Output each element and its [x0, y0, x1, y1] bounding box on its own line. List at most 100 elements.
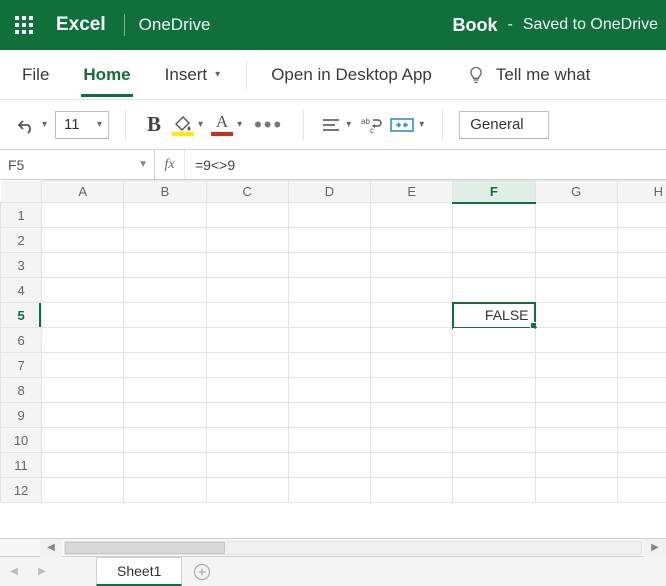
- row-header[interactable]: 4: [1, 278, 42, 303]
- cell[interactable]: [206, 403, 288, 428]
- cell[interactable]: [371, 228, 453, 253]
- cell[interactable]: [124, 403, 206, 428]
- row-header[interactable]: 1: [1, 203, 42, 228]
- app-launcher-icon[interactable]: [0, 1, 48, 49]
- cell[interactable]: [42, 478, 124, 503]
- column-header[interactable]: F: [453, 181, 535, 203]
- menu-insert[interactable]: Insert ▾: [163, 59, 225, 91]
- cell[interactable]: [453, 278, 535, 303]
- cell[interactable]: [288, 403, 370, 428]
- cell[interactable]: [42, 453, 124, 478]
- cell[interactable]: [288, 428, 370, 453]
- cell[interactable]: [371, 478, 453, 503]
- cell[interactable]: [453, 403, 535, 428]
- cell[interactable]: [453, 428, 535, 453]
- select-all-corner[interactable]: [1, 181, 42, 203]
- workbook-name[interactable]: Book: [452, 15, 497, 36]
- cell[interactable]: [206, 228, 288, 253]
- cell[interactable]: [124, 428, 206, 453]
- cell[interactable]: [206, 203, 288, 228]
- cell[interactable]: [42, 328, 124, 353]
- cell[interactable]: [124, 353, 206, 378]
- cell[interactable]: [206, 378, 288, 403]
- cell[interactable]: [617, 228, 666, 253]
- more-options-button[interactable]: •••: [250, 112, 287, 138]
- column-header[interactable]: H: [617, 181, 666, 203]
- number-format-select[interactable]: General: [459, 111, 549, 139]
- cell[interactable]: [371, 378, 453, 403]
- tell-me-search[interactable]: Tell me what: [464, 59, 592, 91]
- cell[interactable]: [124, 328, 206, 353]
- undo-button[interactable]: ▾: [14, 115, 49, 135]
- cell[interactable]: [288, 478, 370, 503]
- cell[interactable]: [288, 378, 370, 403]
- cell[interactable]: [42, 353, 124, 378]
- row-header[interactable]: 11: [1, 453, 42, 478]
- row-header[interactable]: 12: [1, 478, 42, 503]
- cell[interactable]: [42, 403, 124, 428]
- cell[interactable]: [206, 428, 288, 453]
- scroll-track[interactable]: [64, 541, 642, 555]
- cell[interactable]: [288, 253, 370, 278]
- merge-cells-button[interactable]: ▾: [389, 115, 426, 135]
- sheet-tab-active[interactable]: Sheet1: [96, 557, 182, 586]
- cell[interactable]: [42, 278, 124, 303]
- cell[interactable]: [453, 328, 535, 353]
- cell[interactable]: [371, 353, 453, 378]
- cell[interactable]: [453, 353, 535, 378]
- cell[interactable]: [206, 253, 288, 278]
- cell[interactable]: [124, 453, 206, 478]
- cell[interactable]: [617, 428, 666, 453]
- name-box[interactable]: F5 ▼: [0, 150, 155, 179]
- cell[interactable]: [288, 353, 370, 378]
- cell[interactable]: [535, 253, 617, 278]
- cell[interactable]: [535, 453, 617, 478]
- insert-function-button[interactable]: fx: [155, 150, 185, 179]
- cell[interactable]: [617, 453, 666, 478]
- cell[interactable]: [371, 403, 453, 428]
- cell[interactable]: [42, 378, 124, 403]
- cell[interactable]: [124, 278, 206, 303]
- menu-file[interactable]: File: [20, 59, 51, 91]
- column-header[interactable]: A: [42, 181, 124, 203]
- sheet-nav-first[interactable]: ◀: [0, 557, 28, 586]
- row-header[interactable]: 2: [1, 228, 42, 253]
- row-header[interactable]: 10: [1, 428, 42, 453]
- menu-home[interactable]: Home: [81, 59, 132, 91]
- font-size-select[interactable]: 11 ▾: [55, 111, 109, 139]
- row-header[interactable]: 9: [1, 403, 42, 428]
- cell[interactable]: [124, 228, 206, 253]
- cell[interactable]: [617, 478, 666, 503]
- row-header[interactable]: 3: [1, 253, 42, 278]
- cell[interactable]: [124, 253, 206, 278]
- spreadsheet-grid[interactable]: ABCDEFGH12345FALSE6789101112: [0, 180, 666, 538]
- alignment-button[interactable]: ▾: [320, 116, 353, 134]
- row-header[interactable]: 7: [1, 353, 42, 378]
- cell[interactable]: [535, 328, 617, 353]
- cell[interactable]: [206, 303, 288, 328]
- sheet-nav-prev[interactable]: ▶: [28, 557, 56, 586]
- add-sheet-button[interactable]: [182, 557, 222, 586]
- open-in-desktop-button[interactable]: Open in Desktop App: [269, 59, 434, 91]
- cell[interactable]: [453, 203, 535, 228]
- cell[interactable]: [206, 328, 288, 353]
- cell[interactable]: [206, 278, 288, 303]
- column-header[interactable]: B: [124, 181, 206, 203]
- scroll-thumb[interactable]: [65, 542, 225, 554]
- cell[interactable]: [42, 303, 124, 328]
- cell[interactable]: [453, 228, 535, 253]
- row-header[interactable]: 6: [1, 328, 42, 353]
- cell[interactable]: [288, 203, 370, 228]
- cell[interactable]: [453, 253, 535, 278]
- cell[interactable]: [124, 378, 206, 403]
- cell[interactable]: [617, 253, 666, 278]
- cell[interactable]: [42, 428, 124, 453]
- storage-location[interactable]: OneDrive: [139, 15, 211, 35]
- row-header[interactable]: 8: [1, 378, 42, 403]
- row-header[interactable]: 5: [1, 303, 42, 328]
- cell[interactable]: [617, 303, 666, 328]
- cell[interactable]: FALSE: [453, 303, 535, 328]
- cell[interactable]: [371, 453, 453, 478]
- fill-color-button[interactable]: ▾: [172, 114, 205, 136]
- scroll-right-button[interactable]: ▶: [644, 539, 666, 557]
